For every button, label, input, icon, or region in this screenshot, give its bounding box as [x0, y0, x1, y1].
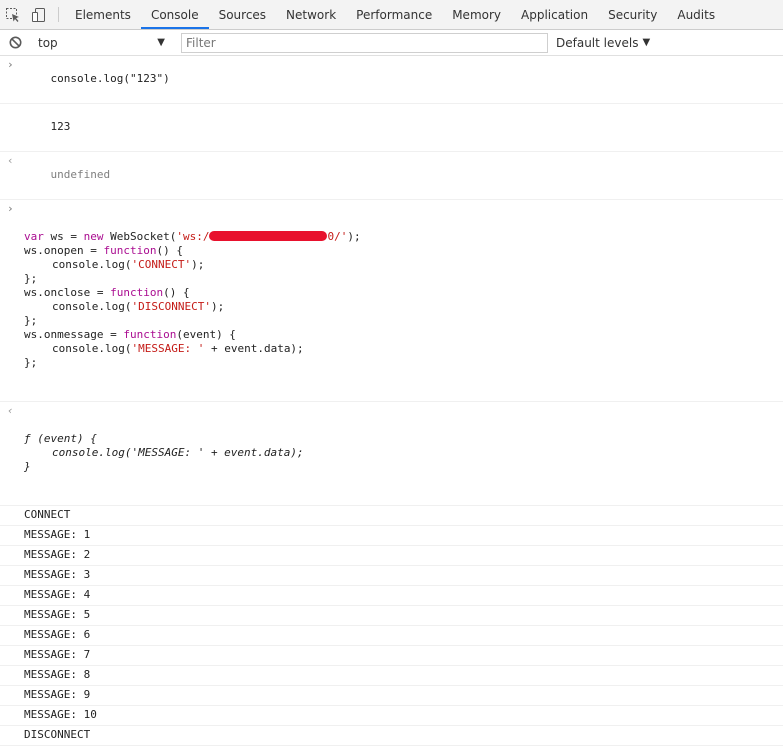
input-prompt-icon: ›: [7, 202, 14, 215]
toolbar-divider: [58, 7, 59, 22]
log-text: MESSAGE: 7: [24, 648, 91, 661]
code-line: console.log('CONNECT');: [52, 258, 205, 271]
console-result-row[interactable]: ‹ ƒ (event) {console.log('MESSAGE: ' + ev…: [0, 402, 783, 506]
log-text: MESSAGE: 4: [24, 588, 91, 601]
redacted-address: [209, 231, 328, 241]
tab-performance[interactable]: Performance: [346, 0, 442, 29]
function-body: console.log('MESSAGE: ' + event.data);: [52, 446, 304, 459]
tab-sources[interactable]: Sources: [209, 0, 276, 29]
log-text: MESSAGE: 8: [24, 668, 91, 681]
tab-elements[interactable]: Elements: [65, 0, 141, 29]
input-prompt-icon: ›: [7, 58, 14, 71]
code-line: var ws = new WebSocket('ws:/0/');: [24, 230, 361, 243]
block-icon: [9, 36, 21, 49]
command-text: console.log("123"): [50, 72, 170, 85]
code-line: ws.onmessage = function(event) {: [24, 328, 236, 341]
console-log-row: MESSAGE: 4: [0, 586, 783, 606]
code-line: console.log('MESSAGE: ' + event.data);: [52, 342, 304, 355]
code-line: console.log('DISCONNECT');: [52, 300, 225, 313]
log-text: DISCONNECT: [24, 728, 91, 741]
console-input-row: › console.log("123"): [0, 56, 783, 104]
log-levels-dropdown[interactable]: Default levels ▼: [556, 36, 650, 50]
console-log-row: MESSAGE: 7: [0, 646, 783, 666]
console-input-row: › var ws = new WebSocket('ws:/0/'); ws.ono…: [0, 200, 783, 402]
result-text: undefined: [50, 168, 111, 181]
code-line: ws.onopen = function() {: [24, 244, 183, 257]
console-result-row: ‹ undefined: [0, 152, 783, 200]
device-toolbar-icon[interactable]: [26, 0, 52, 29]
levels-label: Default levels: [556, 35, 639, 50]
tab-security[interactable]: Security: [598, 0, 667, 29]
log-text: MESSAGE: 9: [24, 688, 91, 701]
clear-console-button[interactable]: [0, 36, 30, 49]
console-log-row: MESSAGE: 3: [0, 566, 783, 586]
tab-application[interactable]: Application: [511, 0, 598, 29]
tab-audits[interactable]: Audits: [667, 0, 725, 29]
devtools-tab-bar: Elements Console Sources Network Performance…: [0, 0, 783, 30]
console-log-row: MESSAGE: 8: [0, 666, 783, 686]
console-log-row: MESSAGE: 10: [0, 706, 783, 726]
console-log-row: CONNECT: [0, 506, 783, 526]
console-log-row: MESSAGE: 6: [0, 626, 783, 646]
context-selector[interactable]: top ▼: [31, 33, 171, 53]
log-text: 123: [50, 120, 71, 133]
log-text: MESSAGE: 5: [24, 608, 91, 621]
context-value: top: [38, 35, 58, 50]
console-log-row: 123: [0, 104, 783, 152]
log-text: MESSAGE: 3: [24, 568, 91, 581]
log-text: MESSAGE: 2: [24, 548, 91, 561]
code-line: ws.onclose = function() {: [24, 286, 190, 299]
console-filter-bar: top ▼ Default levels ▼: [0, 30, 783, 56]
tab-network[interactable]: Network: [276, 0, 346, 29]
filter-input[interactable]: [181, 32, 548, 53]
console-log-row: DISCONNECT: [0, 726, 783, 746]
function-close: }: [24, 460, 31, 473]
console-log-row: MESSAGE: 5: [0, 606, 783, 626]
tab-memory[interactable]: Memory: [442, 0, 511, 29]
panel-tabs: Elements Console Sources Network Performance…: [65, 0, 725, 29]
result-arrow-icon: ‹: [7, 154, 14, 167]
console-log-row: MESSAGE: 9: [0, 686, 783, 706]
dropdown-arrow-icon: ▼: [642, 37, 651, 48]
code-line: };: [24, 314, 38, 327]
log-list: CONNECT MESSAGE: 1 MESSAGE: 2 MESSAGE: 3 MES…: [0, 506, 783, 746]
tab-console[interactable]: Console: [140, 0, 209, 29]
log-text: CONNECT: [24, 508, 71, 521]
code-line: };: [24, 272, 38, 285]
function-signature: ƒ (event) {: [24, 432, 97, 445]
inspect-element-icon[interactable]: [0, 0, 26, 29]
code-line: };: [24, 356, 38, 369]
log-text: MESSAGE: 1: [24, 528, 91, 541]
log-text: MESSAGE: 6: [24, 628, 91, 641]
log-text: MESSAGE: 10: [24, 708, 97, 721]
console-log-row: MESSAGE: 1: [0, 526, 783, 546]
console-messages: › console.log("123") 123 ‹ undefined › var …: [0, 56, 783, 746]
console-log-row: MESSAGE: 2: [0, 546, 783, 566]
dropdown-arrow-icon: ▼: [157, 37, 165, 48]
result-arrow-icon: ‹: [7, 404, 14, 417]
